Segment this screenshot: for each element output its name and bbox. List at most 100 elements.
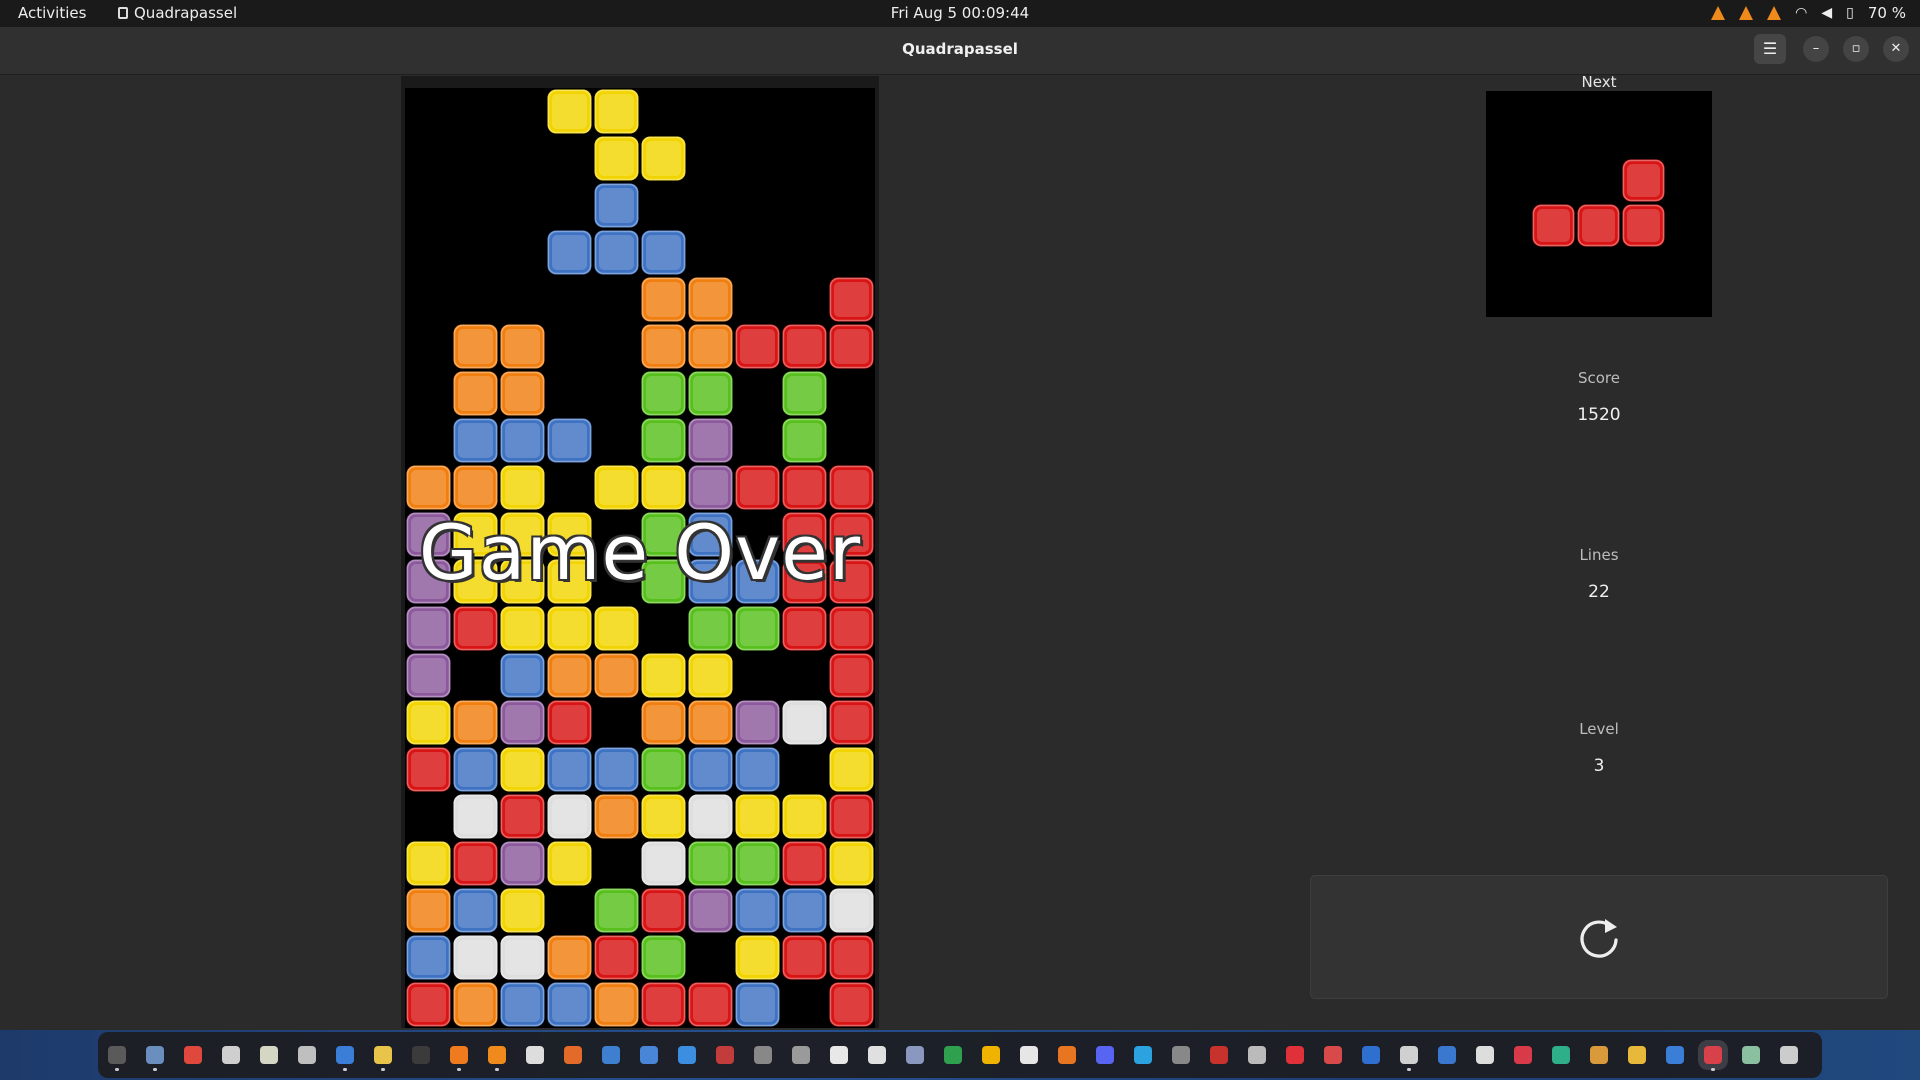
block bbox=[1532, 204, 1575, 247]
firefox-icon[interactable] bbox=[450, 1046, 468, 1071]
clock-icon[interactable] bbox=[1476, 1046, 1494, 1064]
maximize-icon[interactable]: ▫ bbox=[1843, 36, 1869, 62]
block bbox=[688, 606, 733, 651]
system-monitor-icon[interactable] bbox=[108, 1046, 126, 1071]
block bbox=[1622, 159, 1665, 202]
block bbox=[829, 465, 874, 510]
block bbox=[735, 794, 780, 839]
game-over-text: Game Over bbox=[418, 508, 862, 597]
text-editor-icon[interactable] bbox=[222, 1046, 240, 1064]
close-icon[interactable]: ✕ bbox=[1883, 36, 1909, 62]
writer-icon[interactable] bbox=[336, 1046, 354, 1071]
telegram-icon[interactable] bbox=[1134, 1046, 1152, 1064]
chart-icon[interactable] bbox=[1438, 1046, 1456, 1064]
block bbox=[688, 418, 733, 463]
lines-label: Lines bbox=[1579, 546, 1619, 564]
calc-icon[interactable] bbox=[374, 1046, 392, 1071]
discord-icon[interactable] bbox=[1096, 1046, 1114, 1064]
block bbox=[782, 935, 827, 980]
impress-icon[interactable] bbox=[1058, 1046, 1076, 1064]
files-icon[interactable] bbox=[146, 1046, 164, 1071]
notes-icon[interactable] bbox=[260, 1046, 278, 1064]
block bbox=[829, 888, 874, 933]
vlc-icon[interactable] bbox=[488, 1046, 506, 1071]
vlc-icon[interactable] bbox=[1739, 6, 1754, 20]
obs-icon[interactable] bbox=[526, 1046, 544, 1064]
draw-icon[interactable] bbox=[602, 1046, 620, 1064]
block bbox=[500, 371, 545, 416]
block bbox=[453, 888, 498, 933]
word-icon[interactable] bbox=[1362, 1046, 1380, 1064]
block bbox=[547, 418, 592, 463]
block bbox=[735, 982, 780, 1027]
trash-icon[interactable] bbox=[1742, 1046, 1760, 1064]
slides-icon[interactable] bbox=[982, 1046, 1000, 1064]
block bbox=[453, 747, 498, 792]
settings-icon[interactable] bbox=[1400, 1046, 1418, 1071]
window-title: Quadrapassel bbox=[902, 40, 1018, 58]
block bbox=[782, 324, 827, 369]
block bbox=[500, 324, 545, 369]
minimize-icon[interactable]: – bbox=[1803, 36, 1829, 62]
block bbox=[594, 465, 639, 510]
usage-icon[interactable] bbox=[716, 1046, 734, 1064]
block bbox=[500, 841, 545, 886]
chrome-icon[interactable] bbox=[184, 1046, 202, 1064]
calendar-icon[interactable] bbox=[640, 1046, 658, 1064]
show-apps-icon[interactable] bbox=[1780, 1046, 1798, 1064]
camera-icon[interactable] bbox=[754, 1046, 772, 1064]
block bbox=[547, 982, 592, 1027]
hamburger-menu-icon[interactable]: ☰ bbox=[1754, 34, 1786, 64]
sheets-icon[interactable] bbox=[944, 1046, 962, 1064]
block bbox=[688, 653, 733, 698]
block bbox=[688, 371, 733, 416]
system-tray[interactable]: ◠ ◀ ▯ 70 % bbox=[1711, 4, 1906, 22]
vlc-icon[interactable] bbox=[1767, 6, 1782, 20]
block bbox=[641, 700, 686, 745]
level-value: 3 bbox=[1593, 756, 1605, 776]
vlc-icon[interactable] bbox=[1711, 6, 1726, 20]
software-icon[interactable] bbox=[564, 1046, 582, 1064]
heart-icon[interactable] bbox=[1514, 1046, 1532, 1064]
block bbox=[641, 465, 686, 510]
block bbox=[1577, 204, 1620, 247]
percent-icon[interactable] bbox=[1248, 1046, 1266, 1064]
gnome-icon[interactable] bbox=[1172, 1046, 1190, 1064]
ship-icon[interactable] bbox=[792, 1046, 810, 1064]
block bbox=[406, 465, 451, 510]
graph-icon[interactable] bbox=[1552, 1046, 1570, 1064]
character-icon[interactable] bbox=[1590, 1046, 1608, 1064]
block bbox=[641, 794, 686, 839]
screen-recorder-icon[interactable] bbox=[1286, 1046, 1304, 1064]
block bbox=[688, 324, 733, 369]
block bbox=[500, 888, 545, 933]
block bbox=[641, 324, 686, 369]
block bbox=[829, 935, 874, 980]
pdf-icon[interactable] bbox=[1210, 1046, 1228, 1064]
inkscape-icon[interactable] bbox=[830, 1046, 848, 1064]
block bbox=[688, 794, 733, 839]
gallery-icon[interactable] bbox=[1324, 1046, 1342, 1064]
block bbox=[500, 935, 545, 980]
wifi-icon[interactable]: ◠ bbox=[1795, 5, 1807, 21]
document-icon[interactable] bbox=[1020, 1046, 1038, 1064]
block bbox=[782, 371, 827, 416]
clock[interactable]: Fri Aug 5 00:09:44 bbox=[0, 4, 1920, 22]
terminal-icon[interactable] bbox=[412, 1046, 430, 1064]
block bbox=[594, 888, 639, 933]
remote-icon[interactable] bbox=[1666, 1046, 1684, 1064]
battery-icon[interactable]: ▯ bbox=[1846, 5, 1854, 21]
chat-icon[interactable] bbox=[1628, 1046, 1646, 1064]
block bbox=[735, 841, 780, 886]
new-game-button[interactable] bbox=[1310, 875, 1888, 999]
battery-percent[interactable]: 70 % bbox=[1868, 4, 1906, 22]
volume-icon[interactable]: ◀ bbox=[1821, 5, 1832, 21]
document-viewer-icon[interactable] bbox=[298, 1046, 316, 1064]
block bbox=[406, 653, 451, 698]
block bbox=[829, 653, 874, 698]
quadrapassel-icon[interactable] bbox=[1704, 1046, 1722, 1071]
screenshot-icon[interactable] bbox=[906, 1046, 924, 1064]
block bbox=[641, 888, 686, 933]
help-icon[interactable] bbox=[678, 1046, 696, 1064]
box-icon[interactable] bbox=[868, 1046, 886, 1064]
